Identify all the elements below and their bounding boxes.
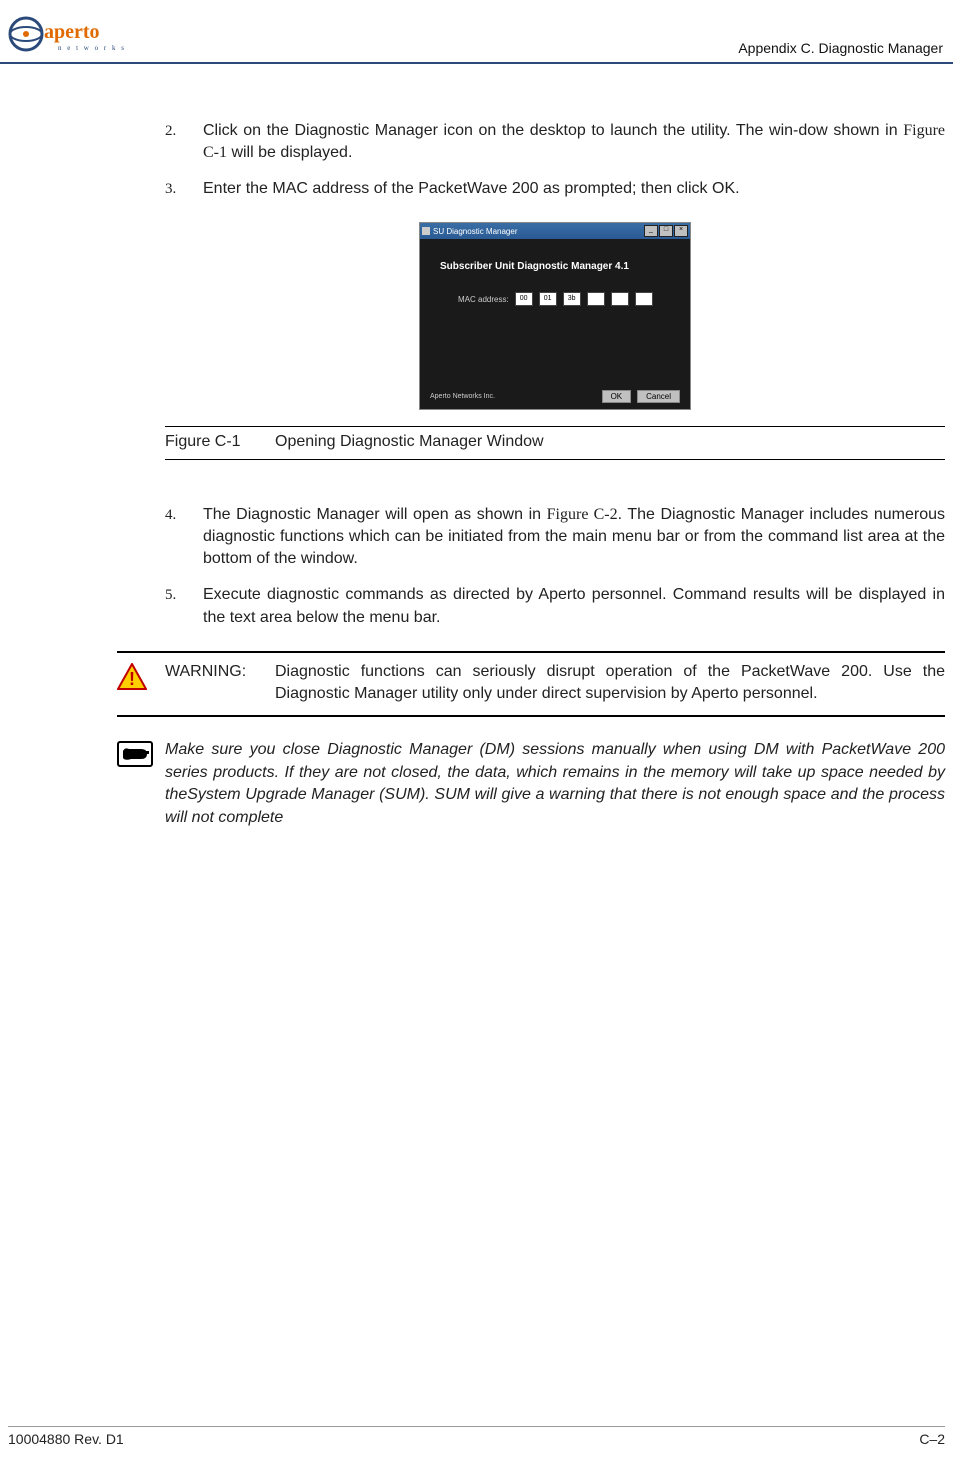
step-number: 4. xyxy=(165,504,203,570)
svg-text:aperto: aperto xyxy=(44,21,100,43)
text: will be displayed. xyxy=(227,144,352,161)
step-number: 5. xyxy=(165,584,203,628)
warning-icon: ! xyxy=(117,663,147,691)
diagnostic-manager-window: SU Diagnostic Manager _ □ × Subscriber U… xyxy=(419,222,691,410)
mac-octet-input[interactable]: 3b xyxy=(563,292,581,306)
page-header: aperto n e t w o r k s Appendix C. Diagn… xyxy=(0,0,953,64)
figure-caption: Figure C-1 Opening Diagnostic Manager Wi… xyxy=(165,426,945,460)
dialog-footer: Aperto Networks Inc. OK Cancel xyxy=(430,392,680,401)
step-2: 2. Click on the Diagnostic Manager icon … xyxy=(165,120,945,164)
page-footer: 10004880 Rev. D1 C–2 xyxy=(8,1426,945,1447)
window-title: SU Diagnostic Manager xyxy=(433,227,517,236)
mac-label: MAC address: xyxy=(458,295,509,304)
text: The Diagnostic Manager will open as show… xyxy=(203,506,547,523)
logo: aperto n e t w o r k s xyxy=(8,12,128,56)
text: Click on the Diagnostic Manager icon on … xyxy=(203,122,903,139)
mac-octet-input[interactable]: 00 xyxy=(515,292,533,306)
mac-octet-input[interactable] xyxy=(587,292,605,306)
vendor-label: Aperto Networks Inc. xyxy=(430,393,495,400)
ok-button[interactable]: OK xyxy=(602,390,632,403)
step-4: 4. The Diagnostic Manager will open as s… xyxy=(165,504,945,570)
warning-label: WARNING: xyxy=(165,661,275,705)
figure-label: Figure C-1 xyxy=(165,433,275,451)
warning-icon-cell: ! xyxy=(117,661,165,705)
svg-text:!: ! xyxy=(129,669,135,689)
maximize-button[interactable]: □ xyxy=(659,225,673,237)
page: aperto n e t w o r k s Appendix C. Diagn… xyxy=(0,0,953,1459)
svg-text:n e t w o r k s: n e t w o r k s xyxy=(58,44,126,52)
figure-title: Opening Diagnostic Manager Window xyxy=(275,433,544,451)
step-body: Click on the Diagnostic Manager icon on … xyxy=(203,120,945,164)
note-icon-cell xyxy=(117,739,165,830)
pointing-hand-icon xyxy=(117,741,153,767)
figure-reference-link[interactable]: Figure C-2 xyxy=(547,506,618,523)
mac-octet-input[interactable] xyxy=(611,292,629,306)
step-number: 3. xyxy=(165,178,203,200)
aperto-logo-icon: aperto n e t w o r k s xyxy=(8,12,128,56)
app-icon xyxy=(422,227,430,235)
cancel-button[interactable]: Cancel xyxy=(637,390,680,403)
header-breadcrumb: Appendix C. Diagnostic Manager xyxy=(738,40,945,56)
window-titlebar: SU Diagnostic Manager _ □ × xyxy=(420,223,690,239)
step-body: The Diagnostic Manager will open as show… xyxy=(203,504,945,570)
doc-revision: 10004880 Rev. D1 xyxy=(8,1431,124,1447)
close-button[interactable]: × xyxy=(674,225,688,237)
mac-octet-input[interactable]: 01 xyxy=(539,292,557,306)
note-block: Make sure you close Diagnostic Manager (… xyxy=(117,739,945,830)
content-area: 2. Click on the Diagnostic Manager icon … xyxy=(165,120,945,830)
mac-address-row: MAC address: 00 01 3b xyxy=(458,292,690,306)
step-3: 3. Enter the MAC address of the PacketWa… xyxy=(165,178,945,200)
warning-block: ! WARNING: Diagnostic functions can seri… xyxy=(117,651,945,717)
minimize-button[interactable]: _ xyxy=(644,225,658,237)
warning-text: Diagnostic functions can seriously disru… xyxy=(275,661,945,705)
step-body: Execute diagnostic commands as directed … xyxy=(203,584,945,628)
page-number: C–2 xyxy=(919,1431,945,1447)
step-number: 2. xyxy=(165,120,203,164)
figure-image-wrap: SU Diagnostic Manager _ □ × Subscriber U… xyxy=(165,222,945,410)
note-text: Make sure you close Diagnostic Manager (… xyxy=(165,739,945,830)
mac-octet-input[interactable] xyxy=(635,292,653,306)
step-5: 5. Execute diagnostic commands as direct… xyxy=(165,584,945,628)
dialog-heading: Subscriber Unit Diagnostic Manager 4.1 xyxy=(420,239,690,272)
step-body: Enter the MAC address of the PacketWave … xyxy=(203,178,945,200)
